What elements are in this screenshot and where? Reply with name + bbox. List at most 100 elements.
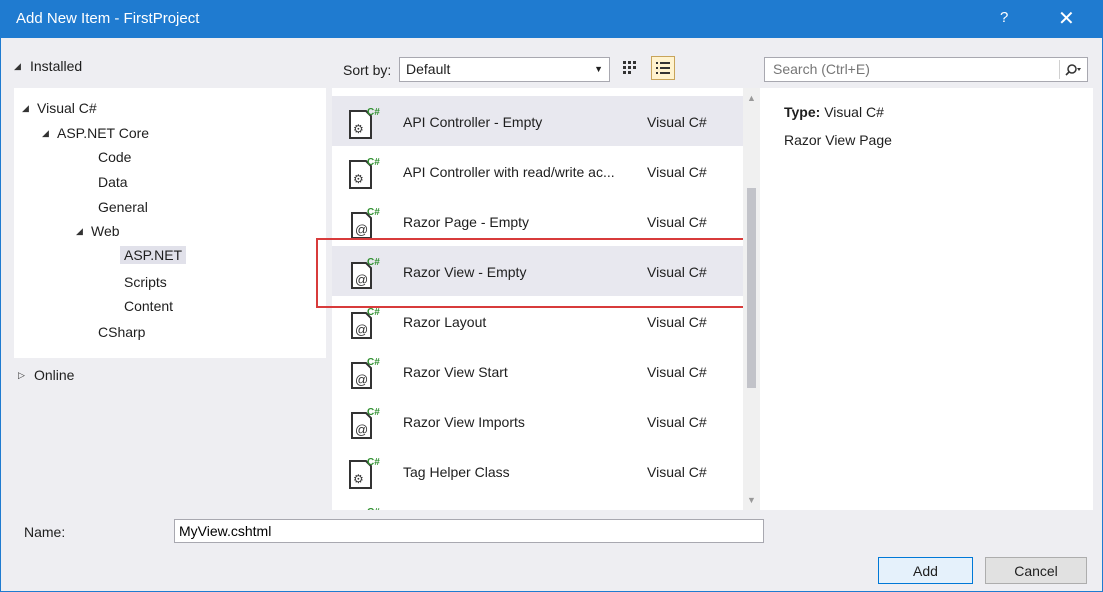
add-button[interactable]: Add [878,557,973,584]
tree-item-scripts[interactable]: Scripts [124,274,167,290]
item-language: Visual C# [647,364,707,380]
item-language: Visual C# [647,264,707,280]
tree-item-label: Data [98,174,128,190]
list-item[interactable]: C# @ Razor Layout Visual C# [332,296,743,346]
item-name: Tag Helper Class [403,464,510,480]
tree-item-web[interactable]: ◢ Web [76,223,120,239]
class-icon: C# ⚙ [349,107,380,139]
online-label: Online [34,367,75,383]
template-list: C# ⚙ API Controller - Empty Visual C# C#… [332,88,743,510]
online-header[interactable]: ▷ Online [18,367,74,383]
tree-item-visual-csharp[interactable]: ◢ Visual C# [22,100,97,116]
svg-text:@: @ [355,322,368,337]
help-button[interactable]: ? [1000,9,1008,26]
razor-icon: C# @ [351,307,380,339]
tree-item-label: Visual C# [37,100,97,116]
svg-text:⚙: ⚙ [353,122,364,136]
expanded-triangle-icon: ◢ [22,102,29,113]
sort-by-value: Default [406,61,451,77]
list-item[interactable]: C# @ Razor View Start Visual C# [332,346,743,396]
item-language: Visual C# [647,314,707,330]
svg-text:@: @ [355,222,368,237]
list-item[interactable]: C# ⚙ Tag Helper Class Visual C# [332,446,743,496]
svg-text:@: @ [355,422,368,437]
list-item[interactable]: C# ⚙ API Controller with read/write ac..… [332,146,743,196]
expanded-triangle-icon: ◢ [42,127,49,138]
svg-text:C#: C# [367,507,380,510]
name-label: Name: [24,524,66,540]
sort-by-select[interactable]: Default ▼ [399,57,610,82]
close-button[interactable]: ✕ [1058,6,1075,31]
installed-label: Installed [30,58,83,74]
cancel-button[interactable]: Cancel [985,557,1087,584]
expanded-triangle-icon: ◢ [14,60,21,71]
search-icon [1064,63,1081,76]
item-language: Visual C# [647,464,707,480]
razor-icon: C# @ [351,357,380,389]
grid-view-icon [623,61,636,74]
item-name: Razor View - Empty [403,264,527,280]
svg-text:C#: C# [367,307,380,318]
search-button[interactable] [1059,60,1085,79]
collapsed-triangle-icon: ▷ [18,369,25,380]
window-title: Add New Item - FirstProject [16,10,200,27]
tree-item-content[interactable]: Content [124,298,173,314]
title-bar: Add New Item - FirstProject ? ✕ [0,0,1103,38]
svg-text:C#: C# [367,257,380,268]
svg-text:@: @ [355,372,368,387]
scroll-up-arrow-icon[interactable]: ▲ [747,93,756,103]
list-item[interactable]: C# @ Razor View Imports Visual C# [332,396,743,446]
item-name: Razor Layout [403,314,487,330]
razor-icon: C# @ [351,207,380,239]
item-name: Razor View Imports [403,414,525,430]
svg-text:⚙: ⚙ [353,172,364,186]
tree-item-label: General [98,199,148,215]
list-item-partial[interactable]: C# [332,496,743,510]
tree-item-aspnet[interactable]: ASP.NET [120,246,187,264]
svg-text:C#: C# [367,407,380,418]
tree-item-code[interactable]: Code [98,149,131,165]
type-value: Visual C# [824,104,884,120]
item-name: API Controller with read/write ac... [403,164,615,180]
tree-item-label: Web [91,223,120,239]
svg-text:C#: C# [367,357,380,368]
tree-item-label: Code [98,149,132,165]
template-tree: ◢ Visual C# ◢ ASP.NET Core Code Data Gen… [14,88,326,358]
tree-item-data[interactable]: Data [98,174,128,190]
item-language: Visual C# [647,214,707,230]
name-input[interactable] [174,519,764,543]
installed-header[interactable]: ◢ Installed [14,58,82,74]
list-item-selected[interactable]: C# @ Razor View - Empty Visual C# [332,246,743,296]
scroll-thumb[interactable] [747,188,756,388]
tree-item-general[interactable]: General [98,199,148,215]
svg-text:C#: C# [367,457,380,468]
list-item[interactable]: C# @ Razor Page - Empty Visual C# [332,196,743,246]
list-scrollbar[interactable]: ▲ ▼ [743,88,760,510]
search-box[interactable]: Search (Ctrl+E) [764,57,1088,82]
tree-item-csharp[interactable]: CSharp [98,324,145,340]
list-view-button[interactable] [651,56,675,80]
item-language: Visual C# [647,164,707,180]
tree-item-label: Content [124,298,174,314]
item-language: Visual C# [647,114,707,130]
sort-by-label: Sort by: [343,62,392,78]
razor-icon: C# @ [351,407,380,439]
item-name: Razor View Start [403,364,508,380]
grid-view-button[interactable] [619,57,641,79]
tree-item-aspnet-core[interactable]: ◢ ASP.NET Core [42,125,149,141]
item-name: API Controller - Empty [403,114,543,130]
svg-text:⚙: ⚙ [353,472,364,486]
search-placeholder: Search (Ctrl+E) [773,61,870,77]
tree-item-label: ASP.NET Core [57,125,150,141]
item-info-panel: Type: Visual C# Razor View Page [760,88,1093,510]
expanded-triangle-icon: ◢ [76,225,83,236]
type-row: Type: Visual C# [784,104,884,120]
svg-text:C#: C# [367,207,380,218]
list-item[interactable]: C# ⚙ API Controller - Empty Visual C# [332,96,743,146]
item-language: Visual C# [647,414,707,430]
svg-text:C#: C# [367,107,380,118]
scroll-down-arrow-icon[interactable]: ▼ [747,495,756,505]
item-description: Razor View Page [784,132,892,148]
razor-icon: C# @ [351,257,380,289]
class-icon: C# ⚙ [349,157,380,189]
